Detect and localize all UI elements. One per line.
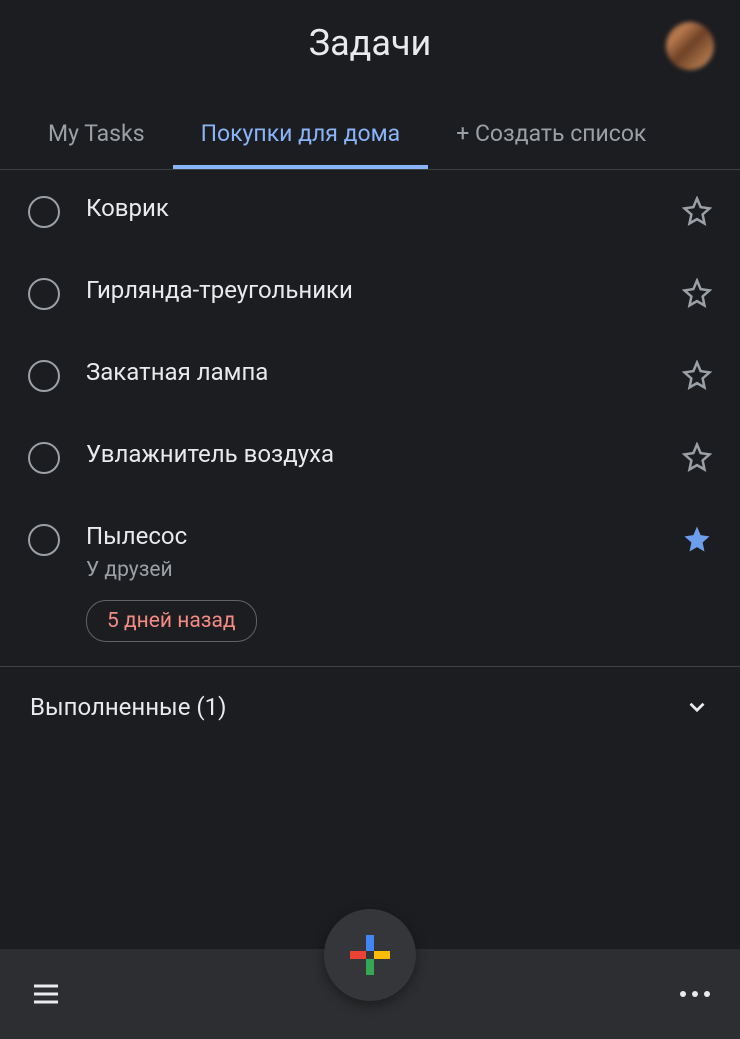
tasks-list: Коврик Гирлянда-треугольники Закатная ла… [0, 170, 740, 666]
star-icon[interactable] [682, 196, 712, 226]
add-task-button[interactable] [324, 909, 416, 1001]
more-icon[interactable] [680, 991, 710, 997]
tabs-bar: My Tasks Покупки для дома + Создать спис… [0, 102, 740, 170]
task-checkbox[interactable] [28, 278, 60, 310]
task-content: Гирлянда-треугольники [86, 276, 656, 304]
chevron-down-icon [684, 694, 710, 720]
task-title: Пылесос [86, 522, 656, 550]
plus-icon [350, 935, 390, 975]
task-content: Пылесос У друзей 5 дней назад [86, 522, 656, 642]
task-row[interactable]: Увлажнитель воздуха [0, 416, 740, 498]
task-checkbox[interactable] [28, 196, 60, 228]
task-checkbox[interactable] [28, 524, 60, 556]
task-title: Гирлянда-треугольники [86, 276, 656, 304]
tab-my-tasks[interactable]: My Tasks [20, 102, 173, 169]
task-content: Увлажнитель воздуха [86, 440, 656, 468]
task-checkbox[interactable] [28, 360, 60, 392]
task-row[interactable]: Коврик [0, 170, 740, 252]
task-date-chip[interactable]: 5 дней назад [86, 600, 257, 642]
star-icon[interactable] [682, 524, 712, 554]
task-content: Закатная лампа [86, 358, 656, 386]
task-row[interactable]: Пылесос У друзей 5 дней назад [0, 498, 740, 666]
task-row[interactable]: Закатная лампа [0, 334, 740, 416]
completed-section[interactable]: Выполненные (1) [0, 666, 740, 747]
tab-shopping-home[interactable]: Покупки для дома [173, 102, 429, 169]
task-checkbox[interactable] [28, 442, 60, 474]
hamburger-icon[interactable] [30, 978, 62, 1010]
header: Задачи [0, 0, 740, 82]
page-title: Задачи [309, 22, 432, 64]
task-title: Закатная лампа [86, 358, 656, 386]
star-icon[interactable] [682, 278, 712, 308]
star-icon[interactable] [682, 360, 712, 390]
task-content: Коврик [86, 194, 656, 222]
task-title: Коврик [86, 194, 656, 222]
completed-label: Выполненные (1) [30, 693, 226, 721]
star-icon[interactable] [682, 442, 712, 472]
task-row[interactable]: Гирлянда-треугольники [0, 252, 740, 334]
avatar[interactable] [666, 22, 714, 70]
task-subtitle: У друзей [86, 558, 656, 582]
task-title: Увлажнитель воздуха [86, 440, 656, 468]
tab-create-list[interactable]: + Создать список [428, 102, 674, 169]
